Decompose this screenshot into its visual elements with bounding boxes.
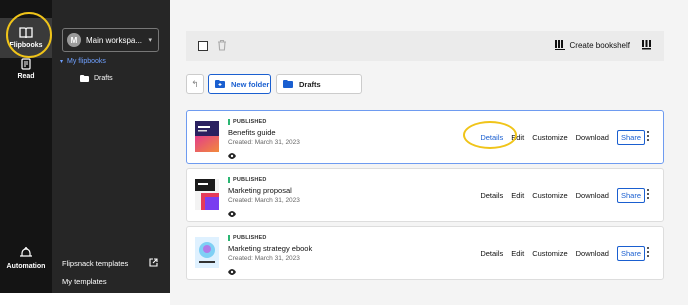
- flipbook-card[interactable]: PUBLISHED Marketing proposal Created: Ma…: [186, 168, 664, 222]
- share-button[interactable]: Share: [616, 130, 645, 145]
- workspace-avatar: M: [67, 33, 81, 47]
- edit-button[interactable]: Edit: [511, 191, 524, 200]
- more-options-icon[interactable]: [647, 189, 650, 201]
- flipbook-actions: Details Edit Customize Download Share: [480, 246, 645, 261]
- trash-icon[interactable]: [217, 39, 227, 51]
- create-bookshelf-button[interactable]: Create bookshelf: [554, 40, 630, 50]
- flipbook-meta: PUBLISHED Marketing proposal Created: Ma…: [228, 177, 300, 222]
- external-link-icon[interactable]: [149, 258, 158, 267]
- grid-view-icon[interactable]: [642, 40, 651, 50]
- read-icon: [21, 58, 31, 70]
- select-all-checkbox[interactable]: [198, 41, 208, 51]
- flipbook-title[interactable]: Benefits guide: [228, 128, 300, 137]
- library-sidebar: M Main workspa... ▾ ▾ My flipbooks Draft…: [52, 0, 170, 293]
- book-open-icon: [19, 27, 33, 39]
- details-button[interactable]: Details: [480, 249, 503, 258]
- rail-flipbooks-label: Flipbooks: [9, 42, 43, 49]
- left-rail: Flipbooks Read Automation: [0, 0, 52, 293]
- flipbook-actions: Details Edit Customize Download Share: [480, 130, 645, 145]
- status-label: PUBLISHED: [233, 177, 267, 183]
- visibility-icon: [228, 211, 236, 217]
- flipbook-thumbnail[interactable]: [195, 121, 219, 152]
- back-arrow-icon: ↰: [191, 78, 199, 89]
- status-label: PUBLISHED: [233, 235, 267, 241]
- bulk-toolbar: Create bookshelf: [186, 31, 664, 61]
- new-folder-button[interactable]: New folder: [208, 74, 271, 94]
- flipbook-created-date: Created: March 31, 2023: [228, 139, 300, 146]
- create-bookshelf-label: Create bookshelf: [569, 40, 630, 50]
- my-flipbooks-label: My flipbooks: [67, 58, 106, 65]
- flipbook-title[interactable]: Marketing proposal: [228, 186, 300, 195]
- flipbook-title[interactable]: Marketing strategy ebook: [228, 244, 312, 253]
- back-button[interactable]: ↰: [186, 74, 204, 94]
- status-label: PUBLISHED: [233, 119, 267, 125]
- share-button[interactable]: Share: [616, 188, 645, 203]
- status-badge: PUBLISHED: [228, 119, 300, 125]
- cover-image: [195, 237, 219, 268]
- templates-label: Flipsnack templates: [62, 259, 129, 268]
- flipbook-meta: PUBLISHED Benefits guide Created: March …: [228, 119, 300, 164]
- download-button[interactable]: Download: [576, 191, 609, 200]
- status-badge: PUBLISHED: [228, 177, 300, 183]
- edit-button[interactable]: Edit: [511, 249, 524, 258]
- workspace-selector[interactable]: M Main workspa... ▾: [62, 28, 159, 52]
- folder-drafts-button[interactable]: Drafts: [276, 74, 362, 94]
- flipbook-created-date: Created: March 31, 2023: [228, 197, 300, 204]
- automation-icon: [20, 247, 32, 257]
- share-button[interactable]: Share: [616, 246, 645, 261]
- rail-read-label: Read: [17, 73, 35, 80]
- customize-button[interactable]: Customize: [532, 133, 567, 142]
- more-options-icon[interactable]: [647, 247, 650, 259]
- flipbook-actions: Details Edit Customize Download Share: [480, 188, 645, 203]
- flipbook-card[interactable]: PUBLISHED Benefits guide Created: March …: [186, 110, 664, 164]
- folder-drafts-label: Drafts: [299, 79, 321, 89]
- customize-button[interactable]: Customize: [532, 249, 567, 258]
- flipbook-thumbnail[interactable]: [195, 237, 219, 268]
- chevron-down-icon: ▾: [60, 59, 64, 65]
- cover-image: [195, 179, 219, 210]
- status-badge: PUBLISHED: [228, 235, 312, 241]
- visibility-icon: [228, 153, 236, 159]
- drafts-label: Drafts: [94, 75, 113, 82]
- download-button[interactable]: Download: [576, 249, 609, 258]
- chevron-down-icon: ▾: [148, 37, 152, 44]
- more-options-icon[interactable]: [647, 131, 650, 143]
- flipbook-thumbnail[interactable]: [195, 179, 219, 210]
- flipbook-card[interactable]: PUBLISHED Marketing strategy ebook Creat…: [186, 226, 664, 280]
- app-window: Flipbooks Read Automation M Main workspa…: [0, 0, 688, 305]
- flipbook-created-date: Created: March 31, 2023: [228, 255, 300, 262]
- main-content: Create bookshelf ↰ New folder Drafts PUB…: [170, 0, 688, 305]
- my-templates-label: My templates: [62, 277, 107, 286]
- customize-button[interactable]: Customize: [532, 191, 567, 200]
- sidebar-item-drafts[interactable]: Drafts: [80, 75, 113, 82]
- edit-button[interactable]: Edit: [511, 133, 524, 142]
- rail-item-flipbooks[interactable]: Flipbooks: [0, 18, 52, 58]
- cover-image: [195, 121, 219, 152]
- rail-automation-label: Automation: [6, 263, 46, 270]
- bookshelf-icon: [554, 40, 565, 50]
- download-button[interactable]: Download: [576, 133, 609, 142]
- flipbook-meta: PUBLISHED Marketing strategy ebook Creat…: [228, 235, 312, 280]
- folder-plus-icon: [215, 80, 225, 88]
- sidebar-item-flipsnack-templates[interactable]: Flipsnack templates: [62, 259, 128, 268]
- workspace-label: Main workspa...: [86, 35, 143, 45]
- folder-icon: [80, 75, 89, 82]
- new-folder-label: New folder: [231, 79, 270, 89]
- rail-item-automation[interactable]: Automation: [0, 246, 52, 270]
- folder-icon: [283, 80, 293, 88]
- details-button[interactable]: Details: [480, 191, 503, 200]
- rail-item-read[interactable]: Read: [0, 58, 52, 88]
- sidebar-item-my-flipbooks[interactable]: ▾ My flipbooks: [60, 58, 106, 65]
- visibility-icon: [228, 269, 236, 275]
- sidebar-item-my-templates[interactable]: My templates: [62, 277, 107, 286]
- details-button[interactable]: Details: [480, 133, 503, 142]
